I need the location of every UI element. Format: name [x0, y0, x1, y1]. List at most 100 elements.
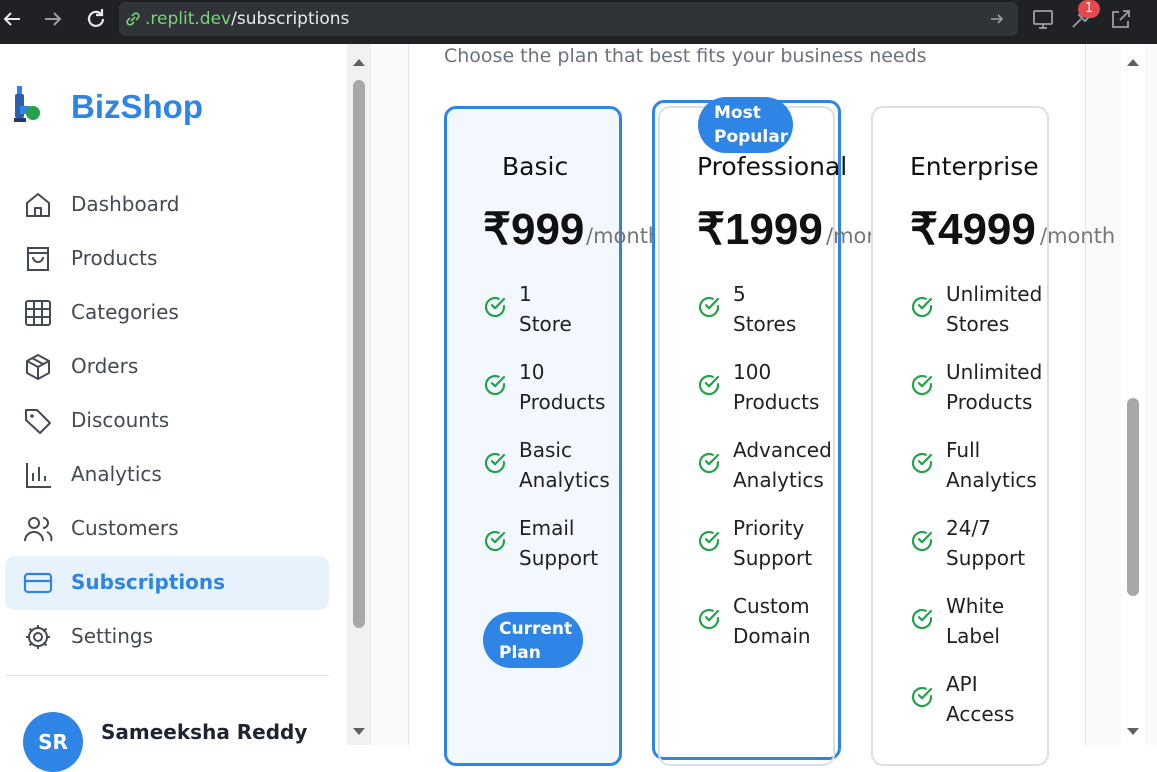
url-path: /subscriptions: [231, 9, 350, 29]
plan-name: Enterprise: [910, 152, 1039, 181]
shopping-bag-icon: [27, 247, 49, 271]
check-circle-icon: [484, 296, 506, 318]
plan-feature-line: Access: [946, 702, 1015, 726]
plan-feature-line: Stores: [733, 312, 797, 336]
plan-feature: Custom Domain: [733, 591, 811, 651]
notification-badge: 1: [1078, 0, 1100, 18]
sidebar-item-label: Discounts: [71, 408, 170, 432]
forward-arrow-icon[interactable]: [40, 6, 66, 32]
plan-price: ₹999: [483, 205, 585, 254]
logo-icon: [14, 86, 40, 122]
sidebar-item-label: Dashboard: [71, 192, 180, 216]
check-circle-icon: [911, 530, 933, 552]
tag-icon: [25, 409, 51, 434]
sidebar-item-dashboard[interactable]: Dashboard: [5, 178, 329, 232]
browser-toolbar: .replit.dev/subscriptions 1: [0, 0, 1157, 44]
check-circle-icon: [698, 608, 720, 630]
check-circle-icon: [698, 374, 720, 396]
sidebar-item-label: Customers: [71, 516, 179, 540]
plan-feature-line: Support: [519, 546, 599, 570]
plan-name: Basic: [502, 152, 569, 181]
check-circle-icon: [911, 608, 933, 630]
plan-feature-line: 1: [519, 282, 532, 306]
sidebar-item-label: Subscriptions: [71, 570, 226, 594]
avatar[interactable]: SR: [23, 712, 83, 772]
plan-feature: 5 Stores: [733, 279, 796, 339]
sidebar-item-label: Analytics: [71, 462, 162, 486]
plan-feature-line: Label: [946, 624, 1000, 648]
url-text: .replit.dev/subscriptions: [145, 9, 349, 29]
plan-feature: API Access: [946, 669, 1014, 729]
plan-feature-line: Domain: [733, 624, 811, 648]
main-scroll-up-arrow-icon[interactable]: [1125, 56, 1141, 68]
plan-feature-line: Analytics: [733, 468, 824, 492]
brand-name: BizShop: [71, 88, 203, 125]
sidebar-item-orders[interactable]: Orders: [5, 340, 329, 394]
plan-feature-line: Basic: [519, 438, 572, 462]
plan-feature: Full Analytics: [946, 435, 1037, 495]
home-icon: [26, 193, 50, 217]
current-plan-button[interactable]: Current Plan: [483, 612, 583, 668]
link-icon: [126, 12, 140, 26]
plan-price: ₹1999: [697, 205, 823, 254]
plan-feature: 1 Store: [519, 279, 572, 339]
back-arrow-icon[interactable]: [0, 6, 26, 32]
plan-feature: 100 Products: [733, 357, 819, 417]
sidebar-item-products[interactable]: Products: [5, 232, 329, 286]
plan-feature-line: Store: [519, 312, 572, 336]
plan-feature-line: Full: [946, 438, 981, 462]
reload-icon[interactable]: [83, 6, 109, 32]
check-circle-icon: [698, 530, 720, 552]
plan-feature-line: 24/7: [946, 516, 991, 540]
plan-feature-line: 100: [733, 360, 772, 384]
check-circle-icon: [484, 452, 506, 474]
sidebar-divider: [5, 675, 329, 676]
sidebar-item-analytics[interactable]: Analytics: [5, 448, 329, 502]
scroll-up-arrow-icon[interactable]: [351, 56, 367, 68]
sidebar-item-settings[interactable]: Settings: [5, 610, 329, 664]
check-circle-icon: [698, 296, 720, 318]
plan-feature: Unlimited Stores: [946, 279, 1042, 339]
plan-feature-line: Custom: [733, 594, 810, 618]
address-bar[interactable]: .replit.dev/subscriptions: [119, 2, 1018, 36]
open-external-icon[interactable]: [1108, 6, 1134, 32]
monitor-icon[interactable]: [1030, 6, 1056, 32]
main-scrollbar[interactable]: [1121, 44, 1145, 745]
plan-feature-line: Unlimited: [946, 282, 1043, 306]
plan-feature-line: Stores: [946, 312, 1010, 336]
main-scroll-down-arrow-icon[interactable]: [1125, 726, 1141, 738]
sidebar-item-label: Orders: [71, 354, 139, 378]
plan-feature: 24/7 Support: [946, 513, 1025, 573]
sidebar-item-customers[interactable]: Customers: [5, 502, 329, 556]
plan-feature: Unlimited Products: [946, 357, 1042, 417]
plan-feature-line: Email: [519, 516, 575, 540]
user-name: Sameeksha Reddy: [101, 720, 308, 744]
sidebar-item-discounts[interactable]: Discounts: [5, 394, 329, 448]
plan-feature-line: Analytics: [946, 468, 1037, 492]
plan-feature-line: Advanced: [733, 438, 832, 462]
credit-card-icon: [23, 572, 53, 594]
plan-feature-line: Support: [733, 546, 813, 570]
check-circle-icon: [484, 530, 506, 552]
package-icon: [26, 354, 50, 380]
plan-feature-line: 10: [519, 360, 545, 384]
gear-icon: [26, 625, 50, 649]
scroll-down-arrow-icon[interactable]: [351, 726, 367, 738]
check-circle-icon: [698, 452, 720, 474]
plan-price: ₹4999: [910, 205, 1036, 254]
plan-feature-line: White: [946, 594, 1005, 618]
plan-feature: Priority Support: [733, 513, 812, 573]
check-circle-icon: [484, 374, 506, 396]
sidebar-scroll-thumb[interactable]: [353, 80, 365, 628]
sidebar-item-subscriptions[interactable]: Subscriptions: [5, 556, 329, 610]
plan-period: /month: [1040, 224, 1116, 248]
sidebar: BizShop Dashboard Products Categories Or…: [0, 44, 347, 772]
main-scroll-thumb[interactable]: [1127, 398, 1139, 596]
sidebar-item-categories[interactable]: Categories: [5, 286, 329, 340]
sidebar-item-label: Categories: [71, 300, 179, 324]
go-arrow-icon[interactable]: [988, 10, 1006, 28]
plan-feature-line: Unlimited: [946, 360, 1043, 384]
plan-feature-line: Products: [733, 390, 820, 414]
plan-name: Professional: [697, 152, 848, 181]
plan-feature: Email Support: [519, 513, 598, 573]
